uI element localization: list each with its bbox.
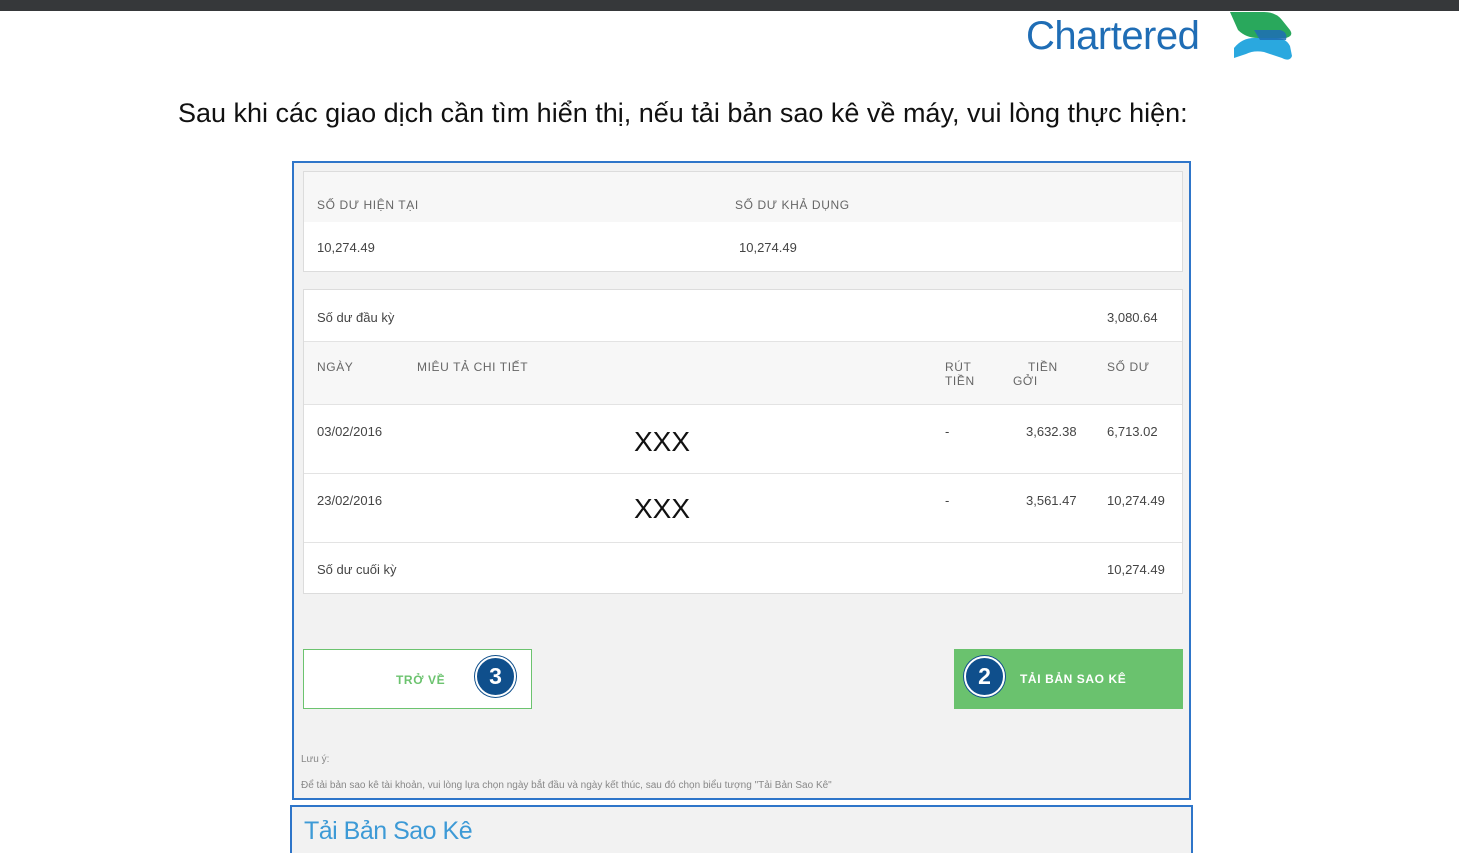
row-description: XXX	[634, 426, 691, 457]
col-withdraw-line2: TIỀN	[945, 374, 975, 388]
divider	[304, 404, 1182, 405]
note-title: Lưu ý:	[301, 754, 330, 765]
col-date: NGÀY	[317, 360, 354, 374]
opening-balance-value: 3,080.64	[1107, 310, 1158, 325]
standard-chartered-logo-icon	[1230, 12, 1292, 60]
row-date: 23/02/2016	[317, 493, 383, 508]
note-text: Để tải bản sao kê tài khoản, vui lòng lự…	[301, 780, 832, 791]
download-section-frame: Tải Bản Sao Kê	[290, 805, 1193, 853]
transactions-card: Số dư đầu kỳ 3,080.64 NGÀY MIÊU TẢ CHI T…	[303, 289, 1183, 594]
col-deposit-line2: GỞI	[1013, 374, 1038, 388]
row-balance: 10,274.49	[1107, 493, 1165, 508]
balance-header-row	[304, 172, 1182, 222]
step-2-badge: 2	[964, 656, 1005, 697]
row-withdraw: -	[945, 424, 950, 439]
balance-summary-card: SỐ DƯ HIỆN TẠI SỐ DƯ KHẢ DỤNG 10,274.49 …	[303, 171, 1183, 272]
col-deposit-line1: TIỀN	[1028, 360, 1058, 374]
download-section-title: Tải Bản Sao Kê	[304, 817, 473, 845]
divider	[304, 542, 1182, 543]
available-balance-label: SỐ DƯ KHẢ DỤNG	[735, 198, 850, 212]
row-description: XXX	[634, 493, 691, 524]
current-balance-value: 10,274.49	[317, 240, 375, 255]
divider	[304, 473, 1182, 474]
back-button-label: TRỞ VỀ	[396, 673, 446, 687]
row-deposit: 3,632.38	[1026, 424, 1077, 439]
row-deposit: 3,561.47	[1026, 493, 1077, 508]
step-3-badge: 3	[475, 656, 516, 697]
current-balance-label: SỐ DƯ HIỆN TẠI	[317, 198, 419, 212]
col-balance: SỐ DƯ	[1107, 360, 1150, 374]
closing-balance-value: 10,274.49	[1107, 562, 1165, 577]
opening-balance-label: Số dư đầu kỳ	[317, 310, 395, 325]
brand-logo: Chartered	[1026, 8, 1296, 60]
instruction-text: Sau khi các giao dịch cần tìm hiển thị, …	[178, 98, 1188, 128]
available-balance-value: 10,274.49	[739, 240, 797, 255]
statement-screenshot-frame: SỐ DƯ HIỆN TẠI SỐ DƯ KHẢ DỤNG 10,274.49 …	[292, 161, 1191, 800]
closing-balance-label: Số dư cuối kỳ	[317, 562, 397, 577]
logo-text: Chartered	[1026, 14, 1200, 58]
row-balance: 6,713.02	[1107, 424, 1158, 439]
row-withdraw: -	[945, 493, 950, 508]
row-date: 03/02/2016	[317, 424, 383, 439]
download-statement-label: TẢI BẢN SAO KÊ	[1020, 672, 1127, 686]
col-description: MIÊU TẢ CHI TIẾT	[417, 360, 529, 374]
col-withdraw-line1: RÚT	[945, 360, 972, 374]
